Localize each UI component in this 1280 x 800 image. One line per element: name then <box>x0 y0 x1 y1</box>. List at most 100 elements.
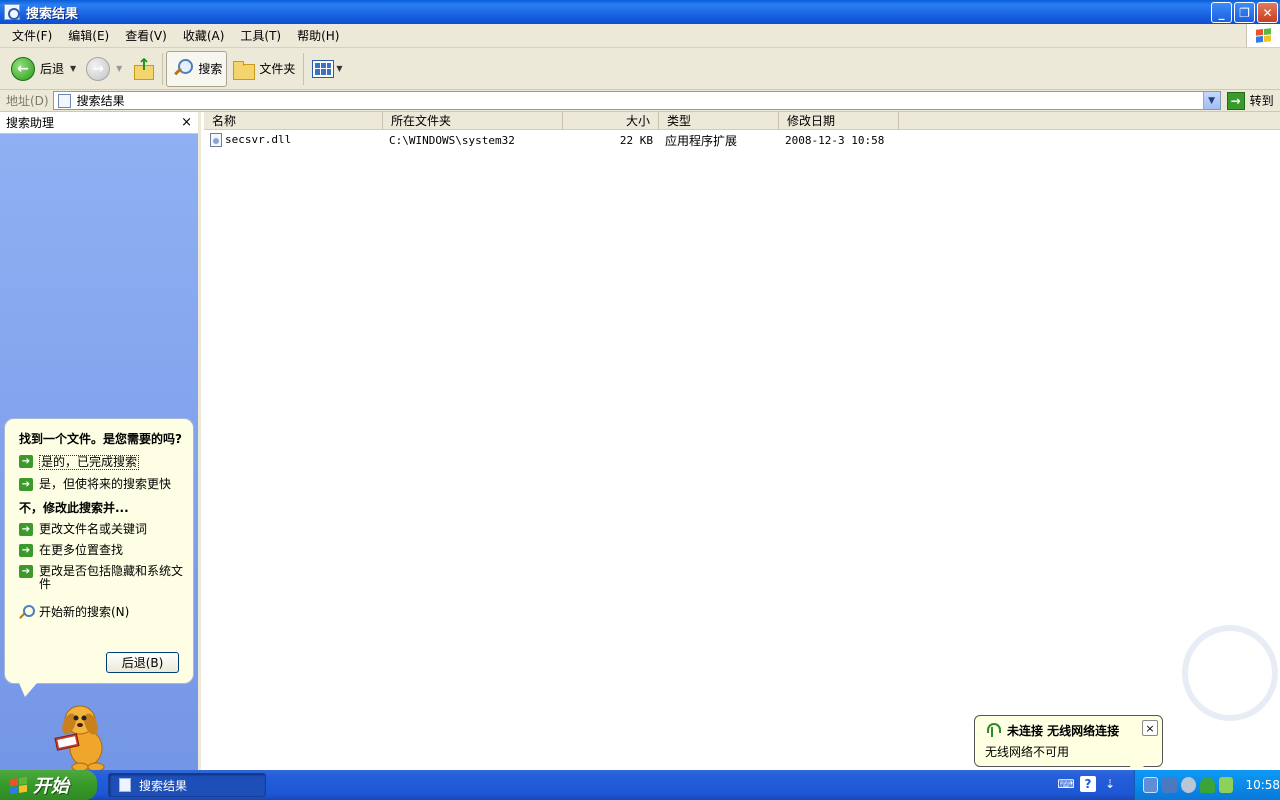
option-yes-faster-label: 是，但使将来的搜索更快 <box>39 477 172 491</box>
notification-title: 未连接 无线网络连接 <box>1007 723 1120 738</box>
file-size: 22 KB <box>619 133 653 147</box>
option-yes-done[interactable]: ➔ 是的，已完成搜索 <box>19 455 183 470</box>
taskbar-window-button[interactable]: 搜索结果 <box>108 773 266 797</box>
help-icon[interactable]: ? <box>1080 776 1096 792</box>
windows-logo-icon <box>1246 24 1280 47</box>
option-change-name[interactable]: ➔ 更改文件名或关键词 <box>19 523 183 536</box>
wireless-antenna-icon <box>985 723 1001 737</box>
column-header-folder[interactable]: 所在文件夹 <box>383 112 563 130</box>
notification-close-button[interactable]: × <box>1142 720 1158 736</box>
address-field[interactable]: 搜索结果 ▼ <box>52 91 1221 110</box>
table-row[interactable]: secsvr.dll C:\WINDOWS\system32 22 KB 应用程… <box>204 131 1280 149</box>
menu-tools[interactable]: 工具(T) <box>232 27 289 44</box>
pane-header: 搜索助理 × <box>0 112 198 134</box>
start-button[interactable]: 开始 <box>0 770 97 800</box>
option-more-locations-label: 在更多位置查找 <box>39 543 124 557</box>
network-disconnected-icon[interactable] <box>1143 777 1158 793</box>
green-arrow-icon: ➔ <box>19 523 33 536</box>
menu-file[interactable]: 文件(F) <box>4 27 60 44</box>
address-dropdown-icon[interactable]: ▼ <box>1202 92 1220 109</box>
window-controls: _ ❐ ✕ <box>1211 2 1278 23</box>
network-notification[interactable]: 未连接 无线网络连接 × 无线网络不可用 <box>974 715 1163 776</box>
folders-label: 文件夹 <box>259 62 296 76</box>
magnifier-watermark-icon <box>1182 625 1278 721</box>
system-tray: 10:58 <box>1134 770 1280 800</box>
views-button[interactable]: ▼ <box>307 51 347 87</box>
notification-header: 未连接 无线网络连接 <box>985 720 1156 740</box>
option-change-hidden-label: 更改是否包括隐藏和系统文件 <box>39 564 184 591</box>
green-arrow-icon: ➔ <box>19 565 33 578</box>
go-button[interactable]: → 转到 <box>1226 91 1274 110</box>
search-label: 搜索 <box>198 62 223 76</box>
search-button[interactable]: 搜索 <box>166 50 228 87</box>
menu-bar: 文件(F) 编辑(E) 查看(V) 收藏(A) 工具(T) 帮助(H) <box>0 24 1280 48</box>
forward-arrow-icon: → <box>86 56 111 81</box>
column-header-type[interactable]: 类型 <box>659 112 779 130</box>
pane-close-icon[interactable]: × <box>181 115 192 130</box>
column-header-modified[interactable]: 修改日期 <box>779 112 899 130</box>
menu-edit[interactable]: 编辑(E) <box>60 27 117 44</box>
file-type: 应用程序扩展 <box>665 133 738 148</box>
notification-body: 无线网络不可用 <box>985 745 1070 759</box>
menu-favorites[interactable]: 收藏(A) <box>175 27 233 44</box>
file-list-view: 名称 所在文件夹 大小 类型 修改日期 secsvr.dll C:\WINDOW… <box>204 112 1280 770</box>
back-label: 后退 <box>40 62 65 76</box>
up-folder-button[interactable] <box>127 51 159 87</box>
column-header-size[interactable]: 大小 <box>563 112 659 130</box>
balloon-back-button[interactable]: 后退(B) <box>106 652 179 673</box>
window-title: 搜索结果 <box>26 6 79 22</box>
option-yes-faster[interactable]: ➔ 是，但使将来的搜索更快 <box>19 478 183 491</box>
forward-button[interactable]: → ▼ <box>81 51 127 87</box>
option-more-locations[interactable]: ➔ 在更多位置查找 <box>19 544 183 557</box>
green-arrow-icon: ➔ <box>19 455 33 468</box>
option-change-hidden[interactable]: ➔ 更改是否包括隐藏和系统文件 <box>19 565 183 591</box>
folders-button[interactable]: 文件夹 <box>227 51 300 87</box>
toolbar: ← 后退 ▼ → ▼ 搜索 文件夹 ▼ <box>0 48 1280 90</box>
file-modified: 2008-12-3 10:58 <box>785 133 885 147</box>
forward-dropdown-icon[interactable]: ▼ <box>116 64 122 73</box>
option-yes-done-label: 是的，已完成搜索 <box>39 455 140 470</box>
folder-up-icon <box>132 55 155 80</box>
search-icon <box>171 58 194 80</box>
menu-view[interactable]: 查看(V) <box>117 27 175 44</box>
views-dropdown-icon: ▼ <box>336 64 343 73</box>
security-icon[interactable] <box>1180 777 1196 793</box>
balloon-subheading: 不，修改此搜索并... <box>19 501 129 515</box>
clock[interactable]: 10:58 <box>1245 778 1280 792</box>
address-label: 地址(D) <box>6 94 49 108</box>
magnifier-icon <box>19 604 35 619</box>
address-bar: 地址(D) 搜索结果 ▼ → 转到 <box>0 90 1280 112</box>
toolbar-separator <box>303 52 305 85</box>
toolbar-separator <box>162 52 164 85</box>
dll-file-icon <box>210 133 222 147</box>
search-balloon: 找到一个文件。是您需要的吗? ➔ 是的，已完成搜索 ➔ 是，但使将来的搜索更快 … <box>4 418 194 697</box>
folder-icon <box>232 59 256 80</box>
go-arrow-icon: → <box>1226 91 1245 110</box>
green-arrow-icon: ➔ <box>19 478 33 491</box>
update-icon[interactable] <box>1199 777 1215 793</box>
back-button[interactable]: ← 后退 ▼ <box>6 51 81 87</box>
search-window-icon <box>4 4 20 20</box>
windows-flag-icon <box>10 776 27 794</box>
option-new-search-label: 开始新的搜索(N) <box>39 605 130 619</box>
minimize-button[interactable]: _ <box>1211 2 1232 23</box>
tray-app-icon[interactable] <box>1218 777 1234 793</box>
language-options-icon[interactable]: ⇣ <box>1102 776 1118 792</box>
file-folder: C:\WINDOWS\system32 <box>389 133 515 147</box>
restore-button[interactable]: ❐ <box>1234 2 1255 23</box>
column-header-name[interactable]: 名称 <box>204 112 383 130</box>
option-new-search[interactable]: 开始新的搜索(N) <box>19 603 183 620</box>
pane-title: 搜索助理 <box>6 116 55 130</box>
file-name: secsvr.dll <box>225 133 292 146</box>
menu-help[interactable]: 帮助(H) <box>289 27 347 44</box>
balloon-heading: 找到一个文件。是您需要的吗? <box>19 432 182 446</box>
taskbar: 开始 搜索结果 ⌨ ? ⇣ 10:58 <box>0 770 1280 800</box>
search-results-icon <box>57 93 71 108</box>
search-dog-icon <box>54 705 105 772</box>
network-icon[interactable] <box>1162 777 1177 793</box>
language-bar: ⌨ ? ⇣ <box>1057 776 1118 792</box>
back-dropdown-icon[interactable]: ▼ <box>70 64 76 73</box>
close-button[interactable]: ✕ <box>1257 2 1278 23</box>
back-arrow-icon: ← <box>11 56 35 81</box>
keyboard-icon[interactable]: ⌨ <box>1057 776 1074 792</box>
